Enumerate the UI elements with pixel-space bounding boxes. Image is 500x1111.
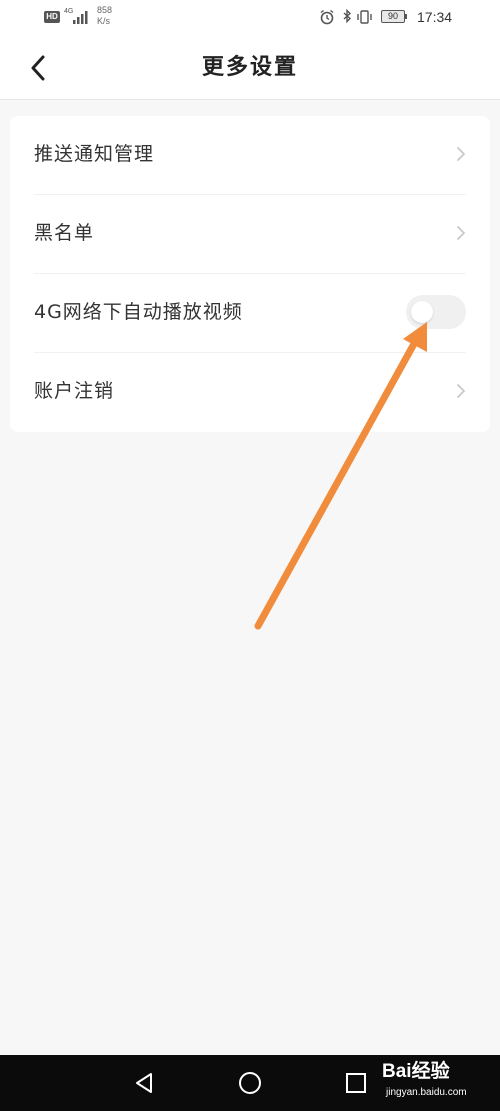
setting-item-account-cancellation[interactable]: 账户注销	[10, 353, 490, 432]
watermark-subtext: jingyan.baidu.com	[386, 1087, 467, 1098]
status-icons	[320, 9, 372, 25]
vibrate-icon	[357, 10, 372, 24]
autoplay-4g-toggle[interactable]	[406, 295, 466, 329]
clock: 17:34	[417, 9, 453, 25]
setting-item-push-notifications[interactable]: 推送通知管理	[10, 116, 490, 195]
hd-badge: HD	[44, 11, 60, 23]
setting-item-label: 账户注销	[34, 380, 115, 402]
chevron-right-icon	[457, 384, 465, 398]
settings-card: 推送通知管理 黑名单 4G网络下自动播放视频 账户注销	[10, 116, 490, 432]
page-title: 更多设置	[201, 55, 298, 80]
watermark-text: Bai经验	[382, 1061, 450, 1082]
alarm-icon	[320, 9, 334, 25]
toggle-knob	[411, 301, 433, 323]
setting-item-label: 推送通知管理	[34, 143, 155, 165]
battery-icon: 90	[381, 10, 407, 23]
setting-item-autoplay-4g: 4G网络下自动播放视频	[10, 274, 490, 353]
chevron-right-icon	[457, 226, 465, 240]
recents-square-icon[interactable]	[344, 1071, 368, 1095]
back-triangle-icon[interactable]	[132, 1071, 156, 1095]
network-speed-unit: K/s	[97, 16, 111, 26]
signal-icon	[73, 11, 88, 24]
bluetooth-icon	[343, 9, 352, 24]
status-bar: HD 4G 858 K/s 90 17:34	[0, 0, 500, 36]
network-speed: 858 K/s	[97, 5, 112, 27]
home-circle-icon[interactable]	[238, 1071, 262, 1095]
baidu-watermark: Bai经验 jingyan.baidu.com	[382, 1057, 498, 1109]
app-header: 更多设置	[0, 36, 500, 100]
setting-item-label: 黑名单	[34, 222, 95, 244]
setting-item-label: 4G网络下自动播放视频	[34, 301, 243, 323]
chevron-right-icon	[457, 147, 465, 161]
network-speed-value: 858	[97, 5, 113, 15]
setting-item-blacklist[interactable]: 黑名单	[10, 195, 490, 274]
